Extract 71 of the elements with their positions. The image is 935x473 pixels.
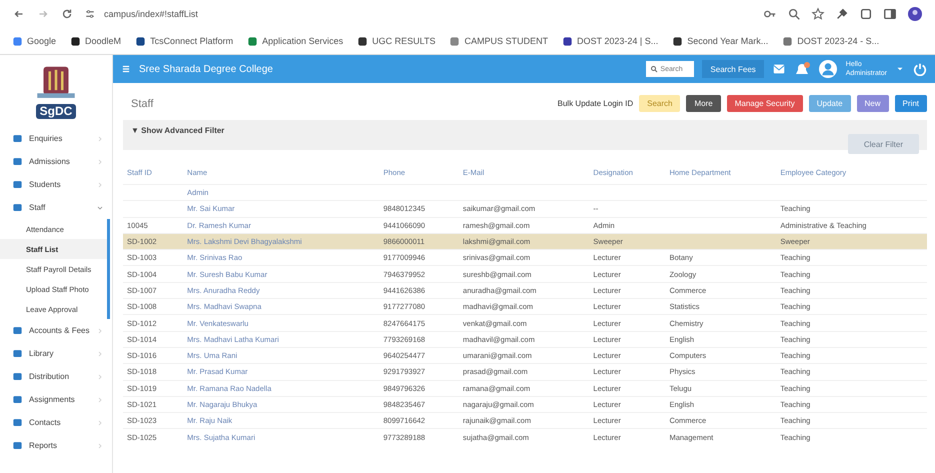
site-settings-icon[interactable] — [84, 8, 96, 20]
bookmark-link[interactable]: DOST 2023-24 - S... — [797, 36, 880, 46]
sidebar-item[interactable]: Distribution — [0, 365, 112, 388]
bookmark-favicon-icon — [357, 36, 368, 46]
logo-text: SgDC — [36, 104, 76, 119]
chevron-icon — [96, 418, 104, 426]
sidebar-item[interactable]: Assignments — [0, 388, 112, 411]
sidebar-item[interactable]: Students — [0, 173, 112, 196]
bookmark-favicon-icon — [672, 36, 684, 46]
user-avatar-icon[interactable] — [818, 59, 838, 79]
toolbar-button[interactable]: More — [686, 95, 721, 112]
menu-item-icon — [12, 325, 23, 336]
menu-item-icon — [12, 417, 23, 428]
bookmark-link[interactable]: CAMPUS STUDENT — [464, 36, 548, 46]
mail-icon[interactable] — [772, 62, 786, 76]
bookmark-favicon-icon — [135, 36, 146, 46]
bookmark-link[interactable]: TcsConnect Platform — [150, 36, 234, 46]
menu-item-icon — [12, 440, 23, 451]
bookmark-link[interactable]: Second Year Mark... — [687, 36, 768, 46]
menu-item-icon — [12, 133, 23, 144]
bookmark-favicon-icon — [12, 36, 23, 46]
chevron-icon — [96, 326, 104, 334]
power-icon[interactable] — [913, 62, 927, 76]
college-title: Sree Sharada Degree College — [139, 64, 274, 74]
search-icon — [650, 65, 658, 73]
sidebar-icon[interactable] — [883, 7, 897, 21]
bookmark-favicon-icon — [247, 36, 258, 46]
sidebar-item[interactable]: Library — [0, 342, 112, 365]
menu-icon[interactable] — [121, 64, 131, 74]
menu-item-icon — [12, 156, 23, 167]
menu-item-icon — [12, 394, 23, 405]
bookmark-favicon-icon — [562, 36, 573, 46]
address-bar[interactable]: campus/index#!staffList — [104, 9, 198, 19]
search-fees-button[interactable]: Search Fees — [702, 60, 764, 78]
sidebar-item[interactable]: Accounts & Fees — [0, 319, 112, 342]
bookmark-link[interactable]: DOST 2023-24 | S... — [577, 36, 658, 46]
chevron-icon — [96, 396, 104, 404]
star-icon[interactable] — [811, 7, 825, 21]
bookmark-favicon-icon — [782, 36, 794, 46]
sidebar-item[interactable]: Enquiries — [0, 127, 112, 150]
chevron-icon — [96, 158, 104, 166]
toolbar-button[interactable]: Print — [894, 95, 927, 112]
sidebar-item[interactable]: Contacts — [0, 411, 112, 434]
bookmark-link[interactable]: DoodleM — [85, 36, 122, 46]
bookmark-link[interactable]: Google — [27, 36, 56, 46]
profile-icon[interactable] — [907, 6, 923, 22]
sidebar-item[interactable]: Staff — [0, 196, 112, 219]
menu-item-icon — [12, 202, 23, 213]
bookmark-favicon-icon — [449, 36, 460, 46]
bookmark-favicon-icon — [70, 36, 82, 46]
chevron-icon — [96, 134, 104, 142]
bookmark-link[interactable]: UGC RESULTS — [372, 36, 436, 46]
sidebar-item[interactable]: Admissions — [0, 150, 112, 173]
page-title: Staff — [131, 98, 154, 110]
chevron-icon — [96, 372, 104, 380]
menu-item-icon — [12, 348, 23, 359]
sidebar-item[interactable]: Reports — [0, 434, 112, 457]
tab-icon[interactable] — [859, 7, 873, 21]
notification-bell-icon[interactable] — [794, 61, 810, 77]
reload-icon[interactable] — [60, 7, 74, 21]
menu-item-icon — [12, 371, 23, 382]
chevron-icon — [96, 204, 104, 212]
menu-item-icon — [12, 179, 23, 190]
chevron-icon — [96, 350, 104, 358]
toolbar-button[interactable]: Manage Security — [726, 95, 803, 112]
zoom-icon[interactable] — [787, 7, 801, 21]
bookmark-link[interactable]: Application Services — [262, 36, 344, 46]
chevron-icon — [96, 180, 104, 188]
chevron-icon — [96, 442, 104, 450]
bulk-update-label[interactable]: Bulk Update Login ID — [558, 99, 634, 108]
filter-toggle[interactable]: ▼ Show Advanced Filter — [131, 126, 224, 135]
